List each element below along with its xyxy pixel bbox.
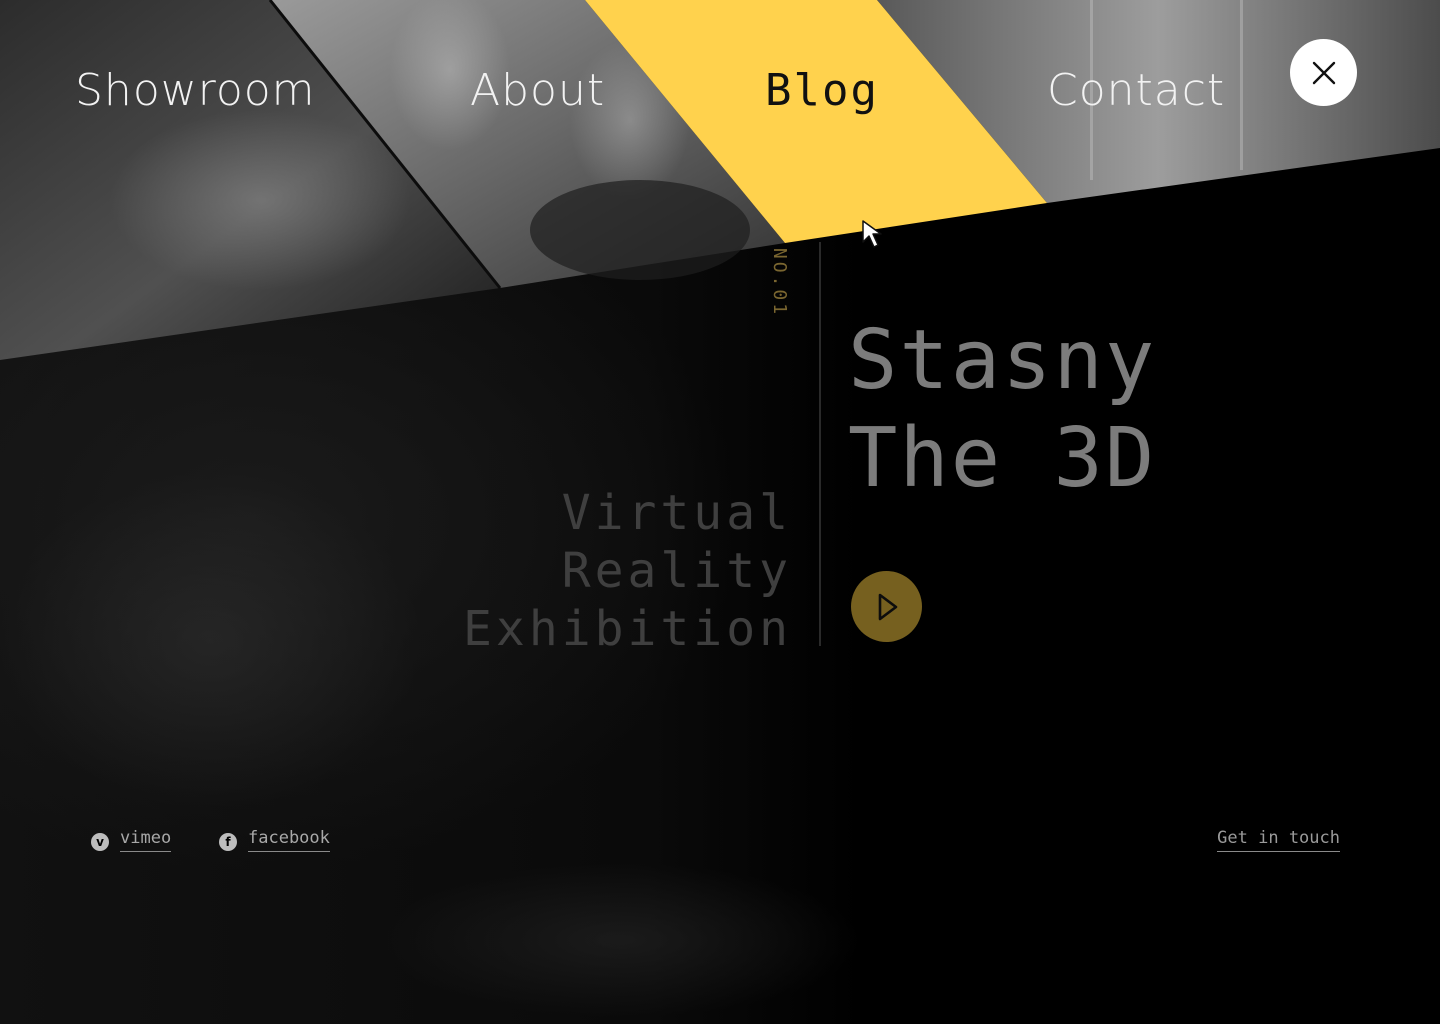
nav-showroom[interactable]: Showroom	[75, 64, 316, 118]
mouse-cursor-icon	[862, 220, 882, 248]
nav-contact[interactable]: Contact	[1047, 64, 1225, 118]
play-icon	[878, 593, 897, 620]
subtitle-line: Virtual	[561, 485, 792, 541]
subtitle-line: Exhibition	[463, 601, 792, 657]
get-in-touch-link[interactable]: Get in touch	[1217, 828, 1340, 852]
close-button[interactable]	[1290, 39, 1357, 106]
play-button[interactable]	[851, 571, 922, 642]
social-vimeo-link[interactable]: v vimeo	[91, 828, 172, 852]
title-line: The 3D	[848, 411, 1157, 506]
issue-number: NO.01	[765, 240, 795, 325]
hero-subtitle: Virtual Reality Exhibition	[463, 484, 792, 658]
close-icon	[1312, 61, 1335, 84]
vertical-divider	[819, 242, 821, 646]
nav-photo-band	[0, 0, 1440, 360]
vimeo-icon: v	[91, 833, 109, 851]
social-label: facebook	[248, 828, 330, 852]
subtitle-line: Reality	[561, 543, 792, 599]
title-line: Stasny	[848, 313, 1157, 408]
social-facebook-link[interactable]: f facebook	[219, 828, 330, 852]
nav-blog[interactable]: Blog	[765, 64, 879, 118]
social-label: vimeo	[120, 828, 172, 852]
nav-about[interactable]: About	[470, 64, 605, 118]
facebook-icon: f	[219, 833, 237, 851]
issue-number-text: NO.01	[769, 247, 791, 318]
hero-title: Stasny The 3D	[848, 312, 1156, 508]
